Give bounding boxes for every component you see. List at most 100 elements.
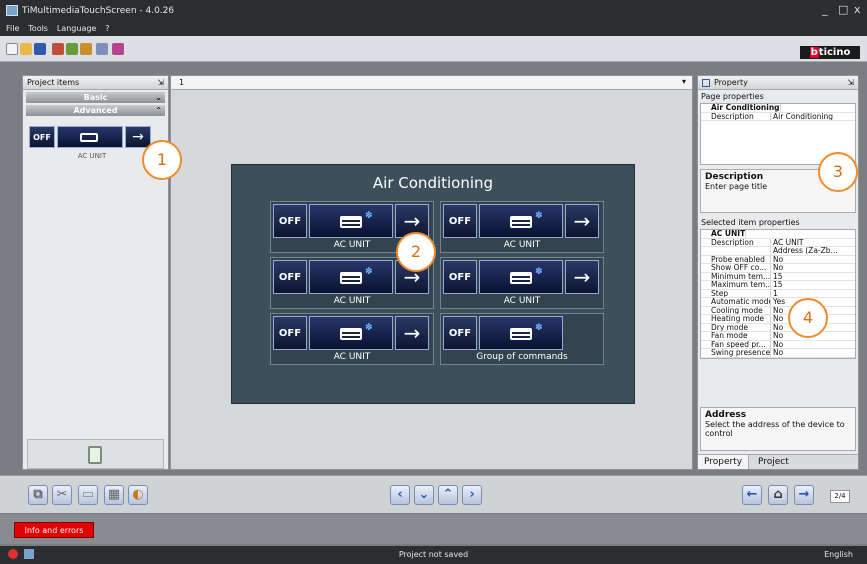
arrow-right-icon: → (565, 204, 599, 238)
ac-unit-icon: ✽ (309, 260, 393, 294)
project-items-panel: Project items ⇲ Basic ⌄ Advanced ⌃ OFF → A… (22, 75, 169, 470)
copy-icon[interactable]: ⧉ (28, 485, 48, 505)
property-row[interactable]: Probe enabled No (701, 255, 855, 264)
grid-icon[interactable]: ▦ (104, 485, 124, 505)
prop-value[interactable]: 1 (771, 290, 855, 298)
ac-unit-item[interactable]: OFF → (29, 126, 155, 152)
widget-label: Group of commands (476, 352, 568, 362)
move-right-button[interactable]: › (462, 485, 482, 505)
property-row[interactable]: Address (Za-Zb... (701, 247, 855, 256)
prop-key: Dry mode (701, 323, 771, 331)
panel-title: Project items (27, 78, 80, 87)
tool-icon-4[interactable] (96, 43, 108, 55)
property-row[interactable]: Step 1 (701, 289, 855, 298)
property-row[interactable]: Automatic mode Yes (701, 298, 855, 307)
move-up-button[interactable]: ⌃ (438, 485, 458, 505)
tool-icon-3[interactable] (80, 43, 92, 55)
property-row[interactable]: Maximum tem... 15 (701, 281, 855, 290)
selected-item-grid: AC UNIT Description AC UNIT Address (Za-Zb… (700, 229, 856, 359)
pin-icon[interactable]: ⇲ (847, 78, 854, 87)
prop-value[interactable]: 15 (771, 281, 855, 289)
cut-icon[interactable]: ✂ (52, 485, 72, 505)
arrow-right-icon: → (395, 316, 429, 350)
ac-unit-widget[interactable]: OFF ✽ → AC UNIT (440, 257, 604, 309)
language-indicator: English (824, 550, 853, 559)
status-bar: Project not saved English (0, 546, 867, 564)
panel-tabs: Property Project (698, 454, 858, 469)
prop-value[interactable]: Address (Za-Zb... (771, 247, 855, 255)
info-bar: Info and errors (0, 514, 867, 544)
pin-icon[interactable]: ⇲ (157, 78, 164, 87)
panel-title: Property (714, 78, 748, 87)
property-row[interactable]: Heating mode No (701, 315, 855, 324)
home-button[interactable]: ⌂ (768, 485, 788, 505)
trash-area[interactable] (27, 439, 164, 469)
previous-page-button[interactable]: ← (742, 485, 762, 505)
ac-unit-widget[interactable]: OFF ✽ → AC UNIT (270, 313, 434, 365)
prop-value[interactable]: AC UNIT (771, 239, 855, 247)
panel-header: Property ⇲ (698, 76, 858, 90)
dropdown-icon[interactable]: ▾ (682, 77, 686, 86)
prop-key: Show OFF co... (701, 264, 771, 272)
paste-icon[interactable]: ▭ (78, 485, 98, 505)
menu-language[interactable]: Language (57, 24, 96, 33)
section-advanced[interactable]: Advanced ⌃ (26, 105, 165, 116)
minimize-button[interactable]: _ (822, 3, 828, 16)
prop-value[interactable]: No (771, 256, 855, 264)
prop-value[interactable]: No (771, 264, 855, 272)
info-and-errors-button[interactable]: Info and errors (14, 522, 94, 538)
property-row[interactable]: Fan speed pr... No (701, 340, 855, 349)
property-icon (702, 78, 710, 87)
maximize-button[interactable]: □ (838, 3, 848, 16)
move-left-button[interactable]: ‹ (390, 485, 410, 505)
callout-4: 4 (788, 298, 828, 338)
ac-unit-widget[interactable]: OFF ✽ → AC UNIT (440, 201, 604, 253)
property-row[interactable]: Fan mode No (701, 332, 855, 341)
tab-property[interactable]: Property (698, 455, 750, 469)
group-of-commands-widget[interactable]: OFF ✽ Group of commands (440, 313, 604, 365)
prop-key: Description (701, 238, 771, 246)
section-basic[interactable]: Basic ⌄ (26, 92, 165, 103)
chevron-up-icon: ⌃ (155, 106, 162, 115)
save-icon[interactable] (34, 43, 46, 55)
menu-bar: File Tools Language ? (0, 22, 867, 36)
tool-icon-2[interactable] (66, 43, 78, 55)
widget-label: AC UNIT (333, 352, 371, 362)
property-row[interactable]: Minimum tem... 15 (701, 272, 855, 281)
property-row[interactable]: Description AC UNIT (701, 238, 855, 247)
property-row[interactable]: Cooling mode No (701, 306, 855, 315)
prop-value[interactable]: 15 (771, 273, 855, 281)
title-bar: TiMultimediaTouchScreen - 4.0.26 _ □ x (0, 0, 867, 22)
tool-icon-1[interactable] (52, 43, 64, 55)
prop-key: Probe enabled (701, 255, 771, 263)
property-row[interactable]: Show OFF co... No (701, 264, 855, 273)
property-row[interactable]: Swing presence No (701, 349, 855, 358)
prop-key: Minimum tem... (701, 272, 771, 280)
menu-file[interactable]: File (6, 24, 19, 33)
palette-icon[interactable]: ◐ (128, 485, 148, 505)
prop-value[interactable]: No (771, 349, 855, 357)
move-down-button[interactable]: ⌄ (414, 485, 434, 505)
callout-1: 1 (142, 140, 182, 180)
open-folder-icon[interactable] (20, 43, 32, 55)
property-row[interactable]: Dry mode No (701, 323, 855, 332)
ac-unit-icon: ✽ (479, 204, 563, 238)
page-description-value[interactable]: Air Conditioning (771, 113, 855, 121)
menu-help[interactable]: ? (105, 24, 109, 33)
help-text: Enter page title (705, 182, 768, 191)
prop-key: Fan mode (701, 332, 771, 340)
tool-icon-5[interactable] (112, 43, 124, 55)
ac-unit-icon: ✽ (309, 204, 393, 238)
callout-3: 3 (818, 152, 858, 192)
prop-key: Heating mode (701, 315, 771, 323)
prop-value[interactable]: No (771, 341, 855, 349)
page-selector[interactable]: 1 ▾ (171, 76, 692, 90)
menu-tools[interactable]: Tools (28, 24, 48, 33)
window-title: TiMultimediaTouchScreen - 4.0.26 (22, 6, 175, 16)
tab-project[interactable]: Project (752, 455, 795, 469)
close-button[interactable]: x (854, 3, 861, 16)
off-icon: OFF (273, 260, 307, 294)
new-icon[interactable] (6, 43, 18, 55)
ac-unit-icon: ✽ (479, 260, 563, 294)
next-page-button[interactable]: → (794, 485, 814, 505)
